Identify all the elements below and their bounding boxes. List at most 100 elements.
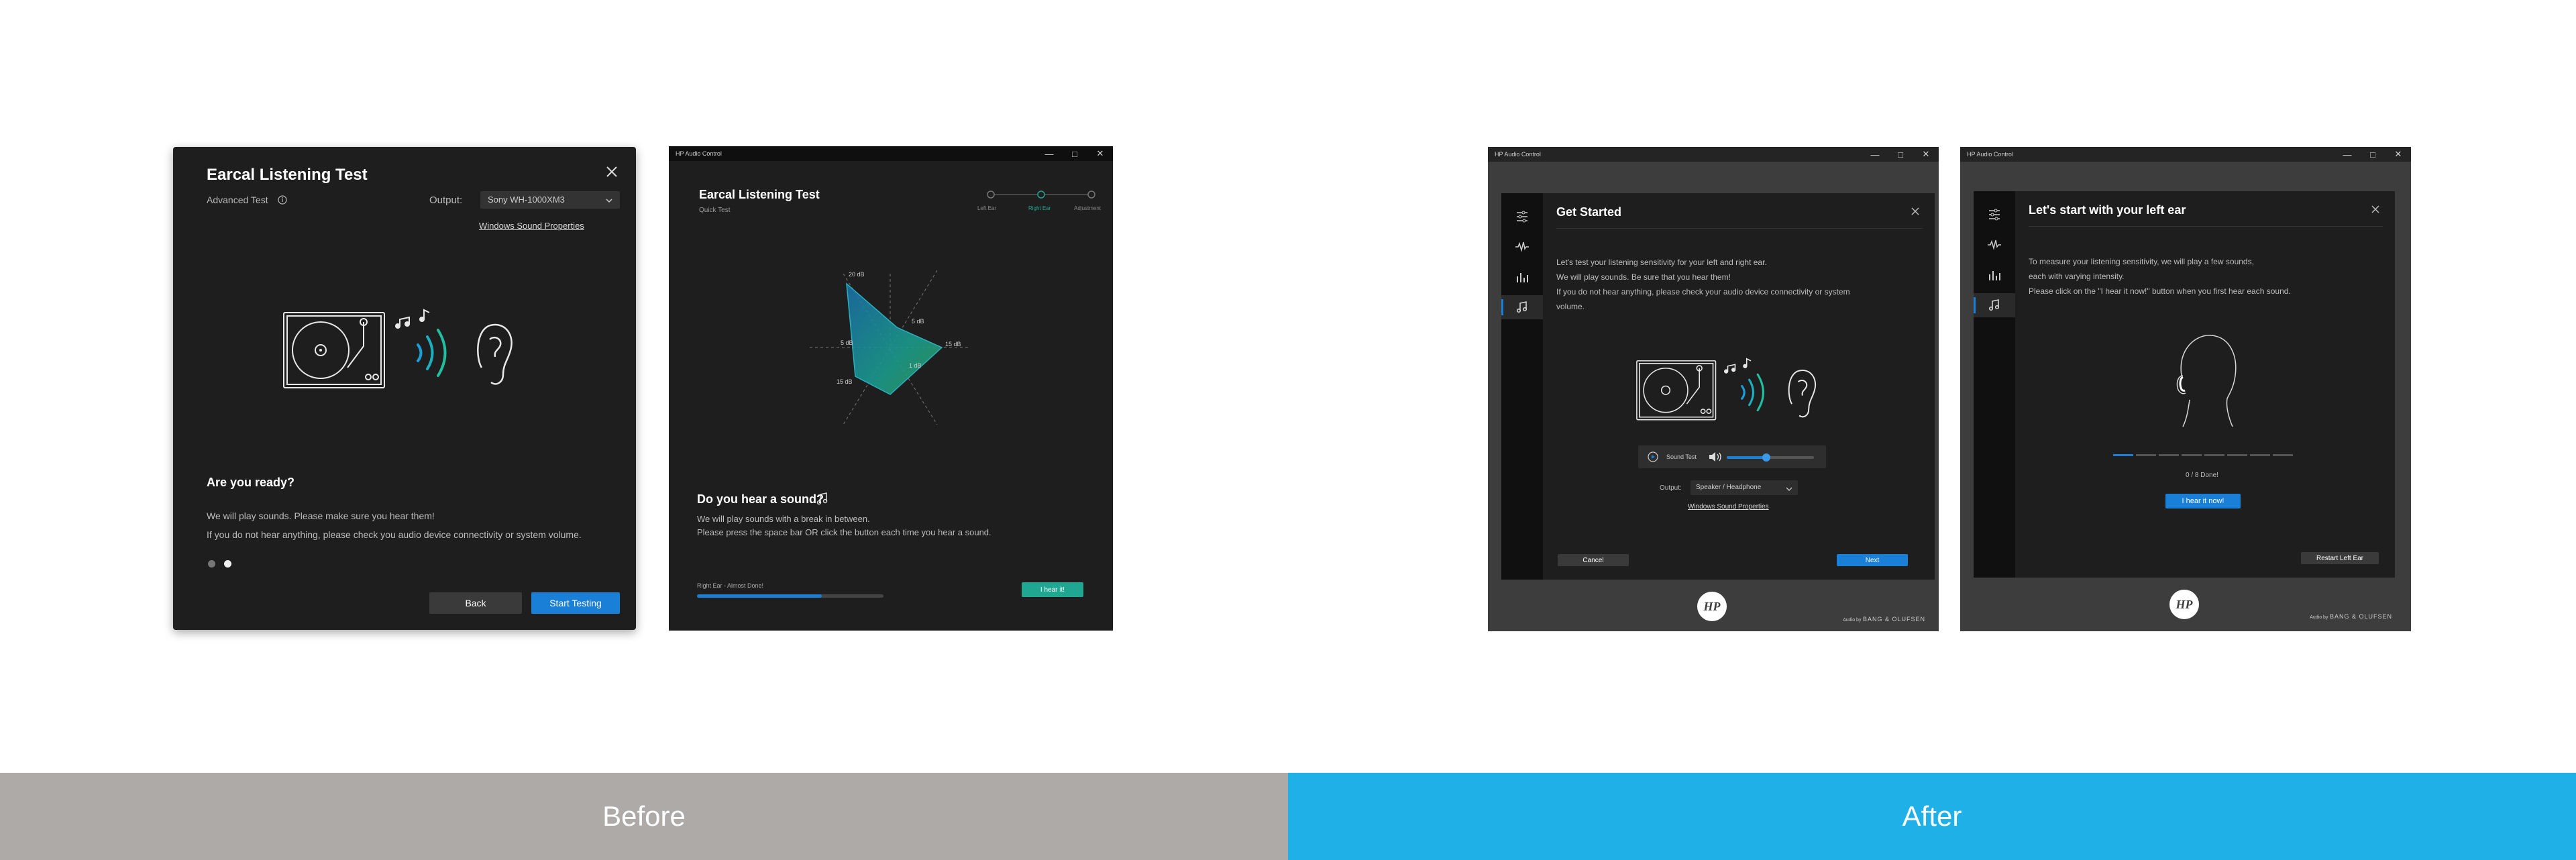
progress-segments [2113, 454, 2293, 457]
app-name: HP Audio Control [676, 150, 722, 157]
before-dialog-earcal: Earcal Listening Test Advanced Test Outp… [173, 147, 636, 630]
close-button[interactable]: ✕ [1913, 147, 1939, 162]
radar-label-6: 1 dB [909, 362, 922, 369]
after-window-get-started: HP Audio Control — □ ✕ Get Started Let's… [1488, 147, 1939, 631]
back-button[interactable]: Back [429, 592, 522, 614]
radar-label-3: 15 dB [945, 341, 961, 347]
chevron-down-icon [605, 196, 613, 208]
next-button[interactable]: Next [1837, 554, 1908, 566]
sidebar [1974, 191, 2015, 578]
sidebar-item-equalizer[interactable] [1501, 265, 1543, 289]
progress-track [697, 594, 883, 598]
bang-olufsen-credit: Audio by BANG & OLUFSEN [1843, 616, 1925, 623]
instruction-line-2: each with varying intensity. [2029, 272, 2125, 281]
volume-thumb[interactable] [1762, 453, 1770, 462]
head-illustration [2163, 329, 2250, 429]
close-button[interactable]: ✕ [2385, 147, 2411, 162]
windows-sound-properties-link[interactable]: Windows Sound Properties [1688, 503, 1769, 510]
app-name: HP Audio Control [1967, 151, 2013, 158]
sidebar-item-equalizer[interactable] [1974, 263, 2015, 287]
play-button[interactable] [1648, 451, 1658, 466]
before-window-quick-test: HP Audio Control — □ ✕ Earcal Listening … [669, 146, 1113, 631]
instruction-line-1: Let's test your listening sensitivity fo… [1556, 258, 1767, 267]
radar-chart: 20 dB 5 dB 15 dB 5 dB 15 dB 1 dB [790, 260, 991, 462]
music-note-icon [1988, 299, 2000, 311]
maximize-button[interactable]: □ [2360, 147, 2385, 162]
progress-text: 0 / 8 Done! [2186, 472, 2218, 479]
close-button[interactable]: ✕ [1087, 146, 1113, 161]
bo-text: BANG & OLUFSEN [1862, 616, 1925, 623]
waveform-icon [1515, 241, 1529, 252]
progress-segment [2159, 454, 2179, 456]
question-heading: Are you ready? [207, 476, 295, 489]
sidebar-item-settings[interactable] [1974, 203, 2015, 227]
windows-sound-properties-link[interactable]: Windows Sound Properties [479, 221, 584, 231]
cancel-button[interactable]: Cancel [1558, 554, 1629, 566]
volume-slider[interactable] [1727, 453, 1814, 462]
equalizer-icon [1517, 273, 1528, 282]
dialog-title: Get Started [1556, 205, 1622, 219]
instruction-line-4: volume. [1556, 302, 1585, 311]
progress-segment [2273, 454, 2293, 456]
output-label: Output: [429, 195, 463, 206]
instruction-line-2: Please press the space bar OR click the … [697, 527, 991, 537]
chevron-down-icon [1786, 484, 1792, 496]
instruction-line-3: Please click on the "I hear it now!" but… [2029, 286, 2291, 296]
sidebar-item-listening-test[interactable] [1974, 293, 2015, 317]
close-icon[interactable] [604, 164, 619, 179]
maximize-button[interactable]: □ [1062, 146, 1087, 161]
progress-segment [2182, 454, 2202, 456]
output-dropdown[interactable]: Speaker / Headphone [1690, 480, 1798, 495]
instruction-line-1: To measure your listening sensitivity, w… [2029, 257, 2254, 266]
music-note-icon [1516, 301, 1527, 313]
equalizer-icon [1989, 271, 2000, 280]
after-label-bar: After [1288, 773, 2576, 860]
divider [1556, 228, 1923, 229]
sidebar-item-listening-test[interactable] [1501, 295, 1543, 319]
speaker-icon[interactable] [1708, 451, 1723, 466]
minimize-button[interactable]: — [1036, 146, 1062, 161]
minimize-button[interactable]: — [1862, 147, 1888, 162]
hp-logo-text: HP [2176, 597, 2193, 611]
radar-label-1: 20 dB [849, 271, 865, 278]
progress-segment [2204, 454, 2224, 456]
step-adjustment: Adjustment [1074, 205, 1102, 211]
progress-label: Right Ear - Almost Done! [697, 582, 764, 589]
bang-olufsen-credit: Audio by BANG & OLUFSEN [2310, 613, 2392, 620]
instruction-line-2: We will play sounds. Be sure that you he… [1556, 272, 1731, 282]
output-dropdown-value: Sony WH-1000XM3 [488, 195, 565, 205]
page-dot-1[interactable] [208, 560, 215, 568]
info-icon[interactable] [277, 195, 288, 209]
step-right-ear: Right Ear [1028, 205, 1051, 211]
progress-segment [2113, 454, 2133, 456]
sidebar-item-settings[interactable] [1501, 205, 1543, 229]
before-label-bar: Before [0, 773, 1288, 860]
dialog-panel: Get Started Let's test your listening se… [1501, 193, 1935, 580]
sidebar-item-audio[interactable] [1974, 233, 2015, 257]
window-subtitle: Quick Test [699, 207, 731, 214]
question-heading: Do you hear a sound? [697, 492, 824, 506]
sidebar-item-audio[interactable] [1501, 235, 1543, 259]
volume-fill [1727, 456, 1766, 459]
output-dropdown[interactable]: Sony WH-1000XM3 [480, 191, 620, 209]
instruction-line-3: If you do not hear anything, please chec… [1556, 287, 1850, 297]
close-icon[interactable] [1909, 205, 1921, 221]
progress-segment [2227, 454, 2247, 456]
restart-left-ear-button[interactable]: Restart Left Ear [2301, 552, 2379, 564]
sound-test-label: Sound Test [1666, 453, 1697, 460]
turntable-illustration [280, 306, 529, 393]
close-icon[interactable] [2369, 203, 2381, 219]
start-testing-button[interactable]: Start Testing [531, 592, 620, 614]
advanced-test-link[interactable]: Advanced Test [207, 195, 268, 205]
i-hear-it-now-button[interactable]: I hear it now! [2165, 494, 2241, 508]
maximize-button[interactable]: □ [1888, 147, 1913, 162]
app-name: HP Audio Control [1495, 151, 1541, 158]
before-label: Before [602, 800, 686, 832]
waveform-icon [1988, 239, 2001, 250]
sound-test-panel: Sound Test [1638, 445, 1826, 468]
minimize-button[interactable]: — [2334, 147, 2360, 162]
output-label: Output: [1660, 484, 1682, 492]
i-hear-it-button[interactable]: I hear it! [1022, 582, 1083, 597]
page-dot-2[interactable] [224, 560, 231, 568]
bo-text: BANG & OLUFSEN [2329, 613, 2392, 620]
